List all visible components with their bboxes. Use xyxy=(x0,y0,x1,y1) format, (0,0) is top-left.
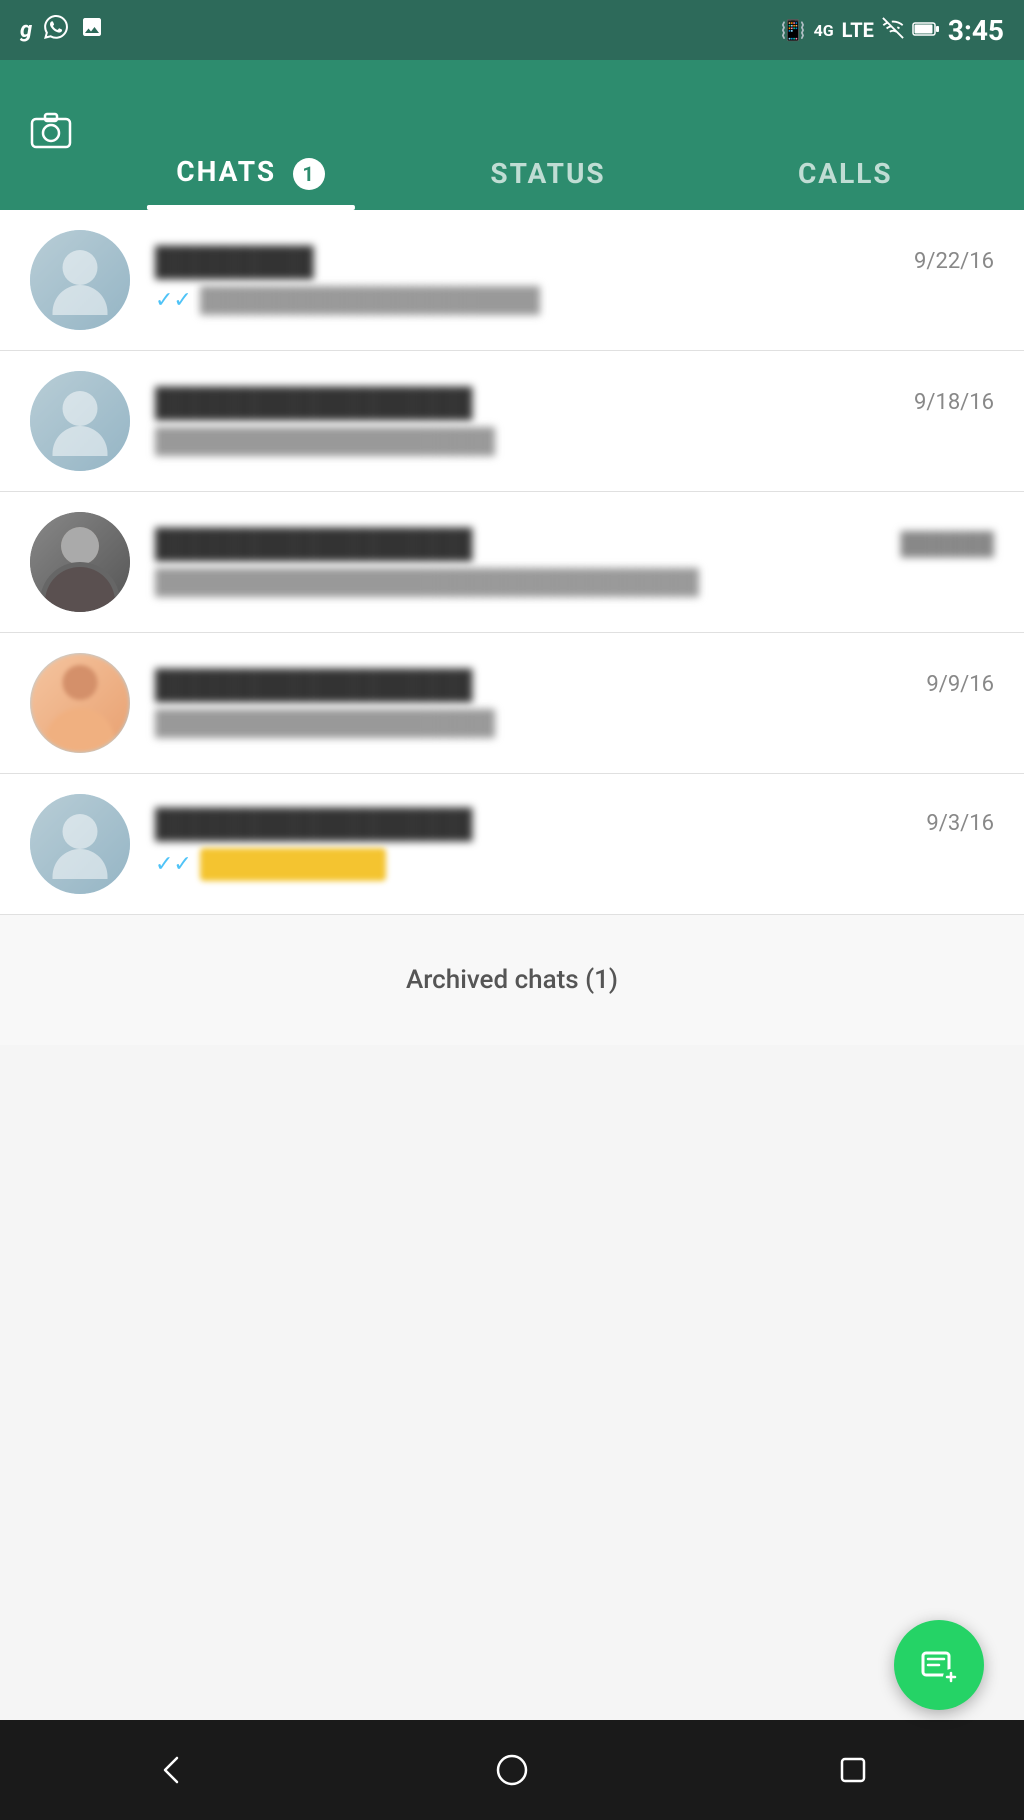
empty-space xyxy=(0,1045,1024,1445)
chats-tab-label: CHATS xyxy=(176,155,276,188)
status-bar-left: g xyxy=(20,15,104,45)
chat-name: ████████ xyxy=(155,245,894,278)
chat-preview: ████████████████████ xyxy=(155,709,495,738)
chats-badge: 1 xyxy=(293,158,325,190)
avatar xyxy=(30,371,130,471)
chat-name: ████████████████ xyxy=(155,386,894,419)
battery-icon xyxy=(912,18,940,42)
list-item[interactable]: ████████████████ 9/3/16 ✓✓ ██████████ xyxy=(0,774,1024,915)
archived-chats[interactable]: Archived chats (1) xyxy=(0,915,1024,1045)
list-item[interactable]: ████████████████ 9/9/16 ████████████████… xyxy=(0,633,1024,774)
vibrate-icon: 📳 xyxy=(781,18,806,42)
chat-info: ████████████████ 9/3/16 ✓✓ ██████████ xyxy=(155,807,994,881)
chat-time: 9/18/16 xyxy=(914,390,994,415)
chat-list: ████████ 9/22/16 ✓✓ ████████████████████… xyxy=(0,210,1024,1445)
chat-preview: ████████████████████████████████ xyxy=(155,568,699,597)
back-button[interactable] xyxy=(131,1730,211,1810)
top-nav: CHATS 1 STATUS CALLS xyxy=(0,60,1024,210)
tab-status[interactable]: STATUS xyxy=(399,157,696,210)
list-item[interactable]: ████████████████ 9/18/16 ███████████████… xyxy=(0,351,1024,492)
chat-name: ████████████████ xyxy=(155,668,906,701)
status-bar-right: 📳 4G LTE 3:45 xyxy=(781,14,1004,47)
chat-message-row: ✓✓ ████████████████████ xyxy=(155,286,994,315)
tab-calls[interactable]: CALLS xyxy=(697,157,994,210)
chat-preview: ████████████████████ xyxy=(155,427,495,456)
chat-name-row: ████████ 9/22/16 xyxy=(155,245,994,278)
chat-message-row: ████████████████████ xyxy=(155,709,994,738)
home-button[interactable] xyxy=(472,1730,552,1810)
chat-info: ████████████████ 9/9/16 ████████████████… xyxy=(155,668,994,738)
archived-chats-label: Archived chats (1) xyxy=(406,965,618,995)
chat-message-row: ████████████████████ xyxy=(155,427,994,456)
chat-name-row: ████████████████ 9/18/16 xyxy=(155,386,994,419)
calls-tab-label: CALLS xyxy=(798,157,893,190)
chat-time: 9/3/16 xyxy=(926,811,994,836)
avatar xyxy=(30,794,130,894)
chat-name-row: ████████████████ 9/3/16 xyxy=(155,807,994,840)
status-time: 3:45 xyxy=(948,14,1004,47)
chat-time: 9/9/16 xyxy=(926,672,994,697)
chat-info: ████████████████ ██████ ████████████████… xyxy=(155,527,994,597)
status-tab-label: STATUS xyxy=(490,157,605,190)
avatar xyxy=(30,512,130,612)
lte-icon: LTE xyxy=(842,18,874,42)
list-item[interactable]: ████████ 9/22/16 ✓✓ ████████████████████ xyxy=(0,210,1024,351)
chat-name: ████████████████ xyxy=(155,527,880,560)
avatar xyxy=(30,230,130,330)
signal-icon xyxy=(882,17,904,44)
avatar xyxy=(30,653,130,753)
chat-time: ██████ xyxy=(900,531,994,557)
chat-info: ████████████████ 9/18/16 ███████████████… xyxy=(155,386,994,456)
network-icon: 4G xyxy=(814,21,834,40)
g-icon: g xyxy=(20,18,32,43)
recents-button[interactable] xyxy=(813,1730,893,1810)
message-tick-icon: ✓✓ xyxy=(155,288,192,313)
chat-info: ████████ 9/22/16 ✓✓ ████████████████████ xyxy=(155,245,994,315)
camera-icon[interactable] xyxy=(30,111,72,159)
chat-message-row: ████████████████████████████████ xyxy=(155,568,994,597)
chat-name-row: ████████████████ 9/9/16 xyxy=(155,668,994,701)
chat-name: ████████████████ xyxy=(155,807,906,840)
status-bar: g 📳 4G LTE 3:45 xyxy=(0,0,1024,60)
chat-name-row: ████████████████ ██████ xyxy=(155,527,994,560)
tabs-container: CHATS 1 STATUS CALLS xyxy=(102,60,994,210)
bottom-nav xyxy=(0,1720,1024,1820)
image-icon xyxy=(80,15,104,45)
chat-message-row: ✓✓ ██████████ xyxy=(155,848,994,881)
new-chat-fab[interactable] xyxy=(894,1620,984,1710)
compose-icon xyxy=(917,1643,961,1687)
message-tick-icon: ✓✓ xyxy=(155,852,192,877)
whatsapp-icon xyxy=(44,15,68,45)
chat-preview-highlight: ██████████ xyxy=(200,848,386,881)
chat-preview: ████████████████████ xyxy=(200,286,540,315)
chat-time: 9/22/16 xyxy=(914,249,994,274)
list-item[interactable]: ████████████████ ██████ ████████████████… xyxy=(0,492,1024,633)
tab-chats[interactable]: CHATS 1 xyxy=(102,155,399,210)
main-content: ████████ 9/22/16 ✓✓ ████████████████████… xyxy=(0,210,1024,1720)
